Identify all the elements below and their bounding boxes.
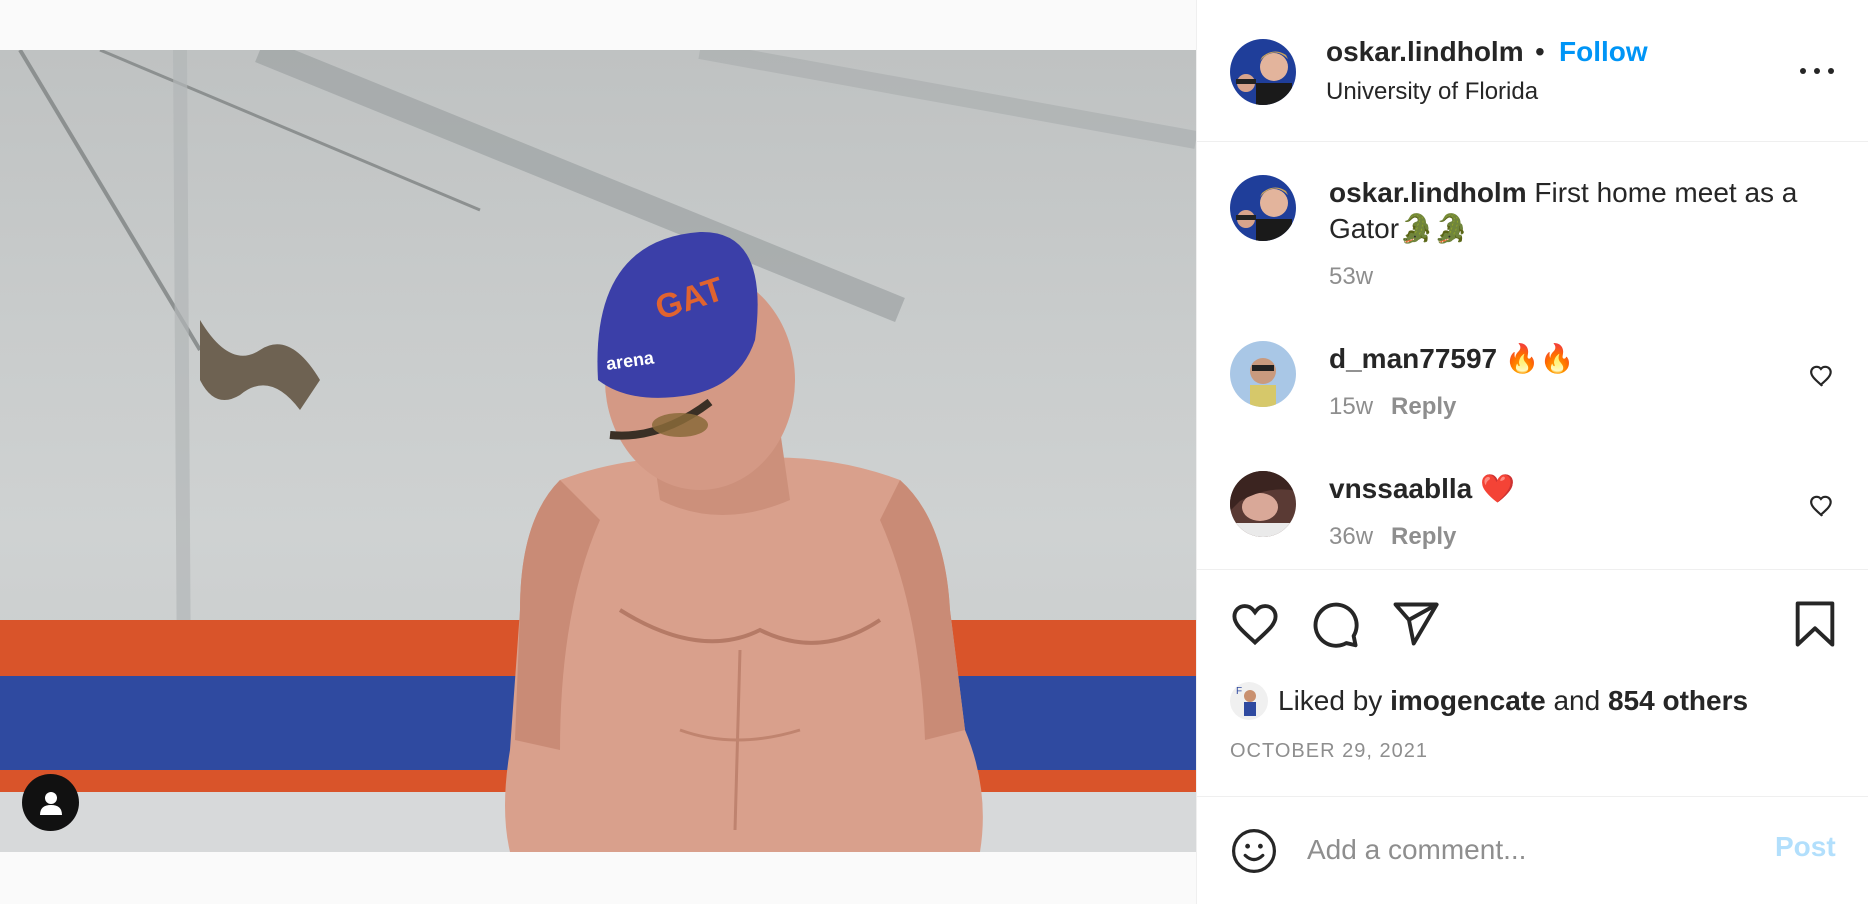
commenter-username[interactable]: d_man77597 — [1329, 343, 1497, 374]
heart-icon[interactable] — [1809, 363, 1835, 389]
caption-author[interactable]: oskar.lindholm — [1329, 177, 1527, 208]
user-tag-button[interactable] — [22, 774, 79, 831]
bookmark-icon[interactable] — [1789, 598, 1841, 650]
author-username[interactable]: oskar.lindholm — [1326, 36, 1524, 68]
commenter-avatar[interactable] — [1230, 471, 1296, 537]
likes-summary: F Liked by imogencate and 854 others — [1230, 680, 1748, 722]
reply-button[interactable]: Reply — [1391, 523, 1456, 550]
author-avatar[interactable] — [1230, 39, 1296, 105]
comment-text: d_man77597 🔥🔥 — [1329, 341, 1829, 377]
user-tag-icon — [39, 791, 62, 815]
caption-text: oskar.lindholm First home meet as a Gato… — [1329, 175, 1829, 247]
post-date[interactable]: OCTOBER 29, 2021 — [1230, 740, 1428, 763]
caption-age: 53w — [1329, 263, 1374, 290]
separator-dot: • — [1535, 36, 1545, 67]
post-side-panel: oskar.lindholm • Follow University of Fl… — [1196, 0, 1868, 904]
more-options-button[interactable] — [1792, 56, 1842, 86]
post-button[interactable]: Post — [1775, 831, 1836, 863]
heart-icon[interactable] — [1809, 493, 1835, 519]
comment-meta: 36w Reply — [1329, 523, 1456, 551]
smiley-icon[interactable] — [1230, 827, 1278, 875]
reply-button[interactable]: Reply — [1391, 393, 1456, 420]
photo-illustration: GAT arena — [0, 50, 1196, 852]
post-location[interactable]: University of Florida — [1326, 78, 1538, 106]
post-actions: F Liked by imogencate and 854 others OCT… — [1197, 569, 1868, 794]
likes-count-link[interactable]: 854 others — [1608, 685, 1748, 716]
comment-age: 36w — [1329, 523, 1374, 550]
comment-icon[interactable] — [1309, 598, 1361, 650]
paper-plane-icon[interactable] — [1389, 598, 1441, 650]
liker-username[interactable]: imogencate — [1390, 685, 1546, 716]
comment-item: vnssaablla ❤️ 36w Reply — [1197, 463, 1868, 569]
commenter-avatar[interactable] — [1230, 341, 1296, 407]
comments-list[interactable]: oskar.lindholm First home meet as a Gato… — [1197, 143, 1868, 569]
comment-body: 🔥🔥 — [1497, 343, 1575, 374]
media-pane: GAT arena — [0, 0, 1196, 904]
comment-body: ❤️ — [1472, 473, 1515, 504]
caption-author-avatar[interactable] — [1230, 175, 1296, 241]
liker-avatar[interactable]: F — [1230, 682, 1268, 720]
comment-item: d_man77597 🔥🔥 15w Reply — [1197, 333, 1868, 443]
svg-text:F: F — [1236, 686, 1242, 697]
comment-text: vnssaablla ❤️ — [1329, 471, 1829, 507]
commenter-username[interactable]: vnssaablla — [1329, 473, 1472, 504]
post-photo[interactable]: GAT arena — [0, 50, 1196, 852]
comment-age: 15w — [1329, 393, 1374, 420]
more-options-icon — [1800, 68, 1806, 74]
comment-input[interactable] — [1307, 825, 1747, 875]
add-comment-bar: Post — [1197, 796, 1868, 904]
likes-text: Liked by imogencate and 854 others — [1278, 685, 1749, 716]
comment-meta: 15w Reply — [1329, 393, 1456, 421]
heart-icon[interactable] — [1229, 598, 1281, 650]
post-header: oskar.lindholm • Follow University of Fl… — [1197, 0, 1868, 142]
caption: oskar.lindholm First home meet as a Gato… — [1197, 143, 1868, 290]
follow-button[interactable]: Follow — [1559, 36, 1648, 68]
